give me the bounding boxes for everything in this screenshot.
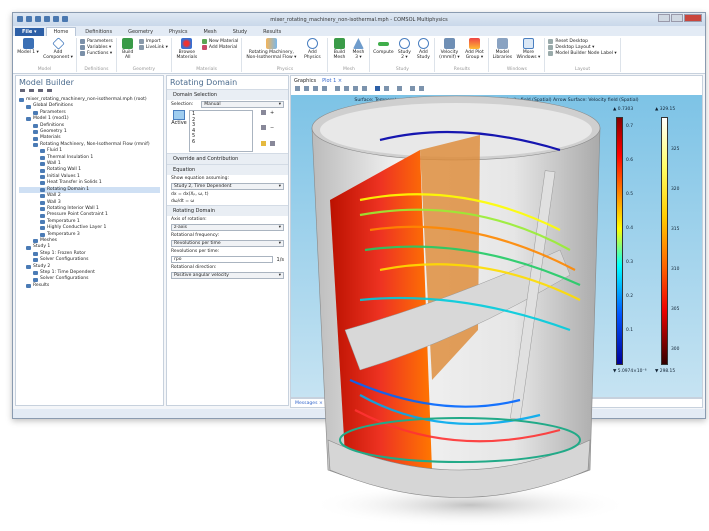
mixer-3d-render [310,95,630,527]
